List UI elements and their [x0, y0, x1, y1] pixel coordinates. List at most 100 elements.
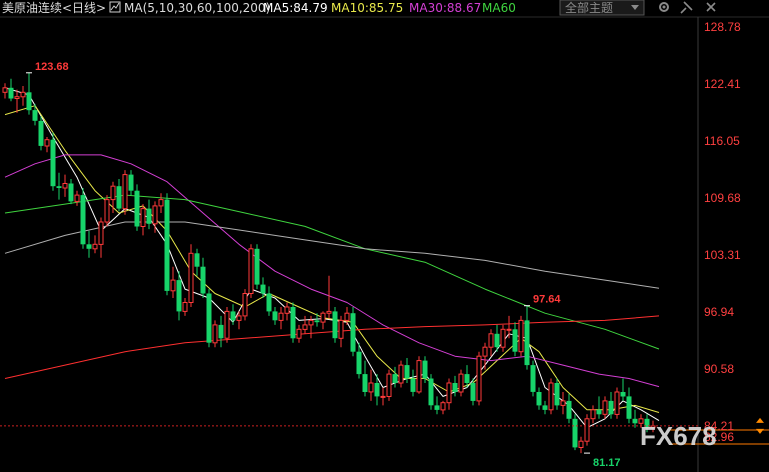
candle[interactable] — [398, 360, 404, 388]
annotation-label: 123.68 — [35, 61, 69, 73]
candle[interactable] — [548, 378, 554, 415]
candle[interactable] — [554, 378, 560, 410]
candle[interactable] — [134, 184, 140, 231]
candle-body — [44, 139, 50, 147]
candle-body — [158, 199, 164, 207]
candle[interactable] — [428, 374, 434, 410]
candle-body — [302, 324, 308, 330]
candle[interactable] — [224, 307, 230, 343]
ma10-value: MA10:85.75 — [331, 1, 403, 15]
candle[interactable] — [614, 387, 620, 419]
candle[interactable] — [332, 307, 338, 343]
candle-body — [572, 418, 578, 448]
candle[interactable] — [290, 302, 296, 343]
candle-body — [278, 312, 284, 321]
candle[interactable] — [164, 193, 170, 296]
candle-body — [194, 253, 200, 267]
candle-body — [38, 120, 44, 146]
instrument-name: 美原油连续 — [2, 0, 62, 15]
candle-body — [368, 382, 374, 393]
candle[interactable] — [50, 132, 56, 191]
candle[interactable] — [188, 244, 194, 307]
candle-body — [290, 307, 296, 339]
candle-body — [530, 365, 536, 392]
candle-body — [476, 355, 482, 402]
candle[interactable] — [38, 116, 44, 151]
candle-body — [386, 373, 392, 398]
candle-body — [500, 328, 506, 348]
candle-body — [224, 310, 230, 339]
candle[interactable] — [122, 170, 128, 215]
candle[interactable] — [500, 324, 506, 352]
candle[interactable] — [572, 414, 578, 451]
candle[interactable] — [254, 244, 260, 290]
candle-body — [398, 364, 404, 384]
candle-body — [338, 319, 344, 339]
candle-body — [350, 313, 356, 352]
candle[interactable] — [242, 289, 248, 321]
theme-select[interactable]: 全部主题 — [559, 0, 645, 16]
annotation-label: 97.64 — [533, 294, 561, 306]
candle[interactable] — [584, 414, 590, 446]
candle-body — [152, 205, 158, 225]
candle[interactable] — [530, 360, 536, 397]
chart-header: 美原油连续 <日线> MA(5,10,30,60,100,200) MA5:84… — [2, 0, 516, 15]
candle[interactable] — [212, 320, 218, 348]
candle-body — [392, 374, 398, 383]
candle-body — [458, 373, 464, 393]
candle-body — [50, 139, 56, 187]
candle-body — [170, 279, 176, 292]
candle-body — [296, 328, 302, 339]
candle-body — [74, 194, 80, 202]
candle-body — [554, 383, 560, 406]
candle[interactable] — [248, 244, 254, 298]
period-label[interactable]: <日线> — [62, 1, 106, 15]
candle-body — [206, 293, 212, 343]
candle[interactable] — [80, 188, 86, 249]
candle-body — [326, 310, 332, 314]
candle[interactable] — [458, 369, 464, 397]
candle[interactable] — [476, 351, 482, 406]
candle-body — [494, 333, 500, 348]
price-tick-label: 90.58 — [704, 362, 734, 376]
ma-params-label: MA(5,10,30,60,100,200) — [124, 1, 270, 15]
candle-body — [524, 320, 530, 366]
candle-body — [128, 174, 134, 191]
candle[interactable] — [104, 195, 110, 227]
candle[interactable] — [386, 369, 392, 401]
candle-body — [212, 324, 218, 344]
candle-body — [320, 312, 326, 323]
annotation-label: 81.17 — [593, 457, 621, 469]
candle-body — [512, 329, 518, 352]
candle-body — [548, 382, 554, 411]
candle-body — [452, 383, 458, 392]
candle-body — [344, 312, 350, 321]
candle-body — [230, 311, 236, 321]
price-tick-label: 103.31 — [704, 248, 741, 262]
candle-body — [32, 110, 38, 121]
candle[interactable] — [518, 315, 524, 357]
candle[interactable] — [416, 356, 422, 394]
candle-body — [26, 92, 32, 111]
watermark-logo: FX678 — [640, 421, 717, 451]
candle-body — [542, 405, 548, 410]
candle-body — [266, 293, 272, 312]
chart-background — [0, 0, 769, 472]
candle-body — [2, 87, 8, 93]
candle-body — [518, 319, 524, 353]
candle-body — [188, 252, 194, 304]
candle-body — [14, 96, 20, 99]
candle-body — [116, 186, 122, 209]
candle[interactable] — [206, 289, 212, 348]
candle-body — [590, 409, 596, 420]
candle-body — [560, 400, 566, 406]
candle-body — [632, 418, 638, 424]
ma60-value: MA60 — [482, 1, 516, 15]
candle-body — [470, 383, 476, 401]
candle-body — [254, 248, 260, 285]
candle[interactable] — [350, 307, 356, 357]
price-chart[interactable]: 美原油连续 <日线> MA(5,10,30,60,100,200) MA5:84… — [0, 0, 769, 472]
candle-body — [284, 306, 290, 314]
candle-body — [380, 395, 386, 398]
candle-body — [362, 374, 368, 392]
